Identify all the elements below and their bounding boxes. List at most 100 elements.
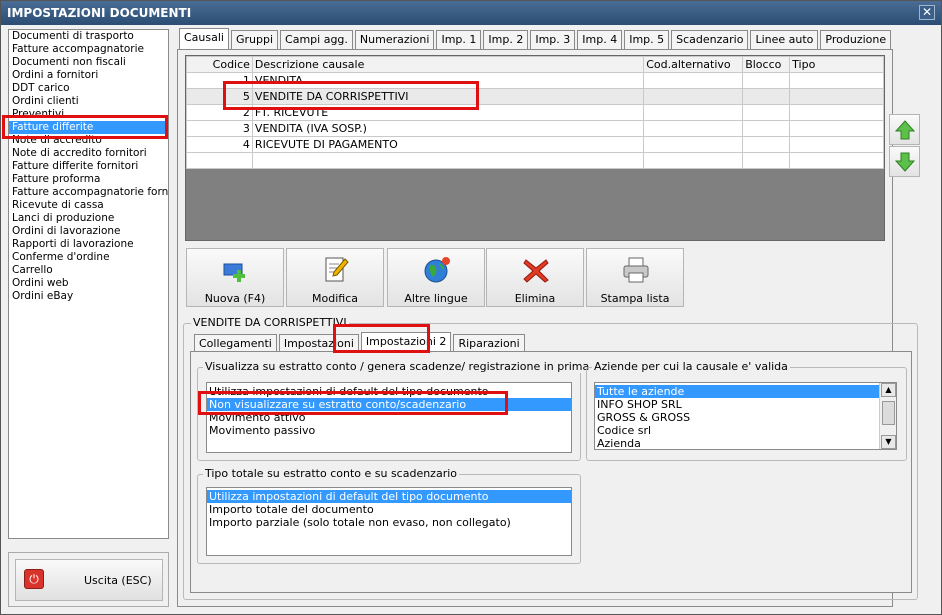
grid-cell[interactable] bbox=[789, 152, 884, 169]
grid-cell[interactable] bbox=[789, 72, 884, 89]
doc-list-item[interactable]: Ordini a fornitori bbox=[9, 69, 168, 82]
grid-cell[interactable] bbox=[742, 152, 791, 169]
tipo-totale-listbox[interactable]: Utilizza impostazioni di default del tip… bbox=[206, 487, 572, 556]
grid-cell[interactable] bbox=[251, 152, 645, 169]
grid-cell[interactable] bbox=[186, 152, 253, 169]
list-option[interactable]: Importo totale del documento bbox=[207, 503, 571, 516]
grid-row[interactable]: 3 VENDITA (IVA SOSP.) bbox=[186, 120, 884, 137]
grid-cell[interactable]: 2 bbox=[186, 104, 253, 121]
list-option[interactable]: Utilizza impostazioni di default del tip… bbox=[207, 490, 571, 503]
doc-list-item[interactable]: Lanci di produzione bbox=[9, 212, 168, 225]
grid-column-header[interactable]: Cod.alternativo bbox=[643, 56, 744, 73]
grid-cell[interactable]: 1 bbox=[186, 72, 253, 89]
grid-cell[interactable] bbox=[643, 72, 744, 89]
grid-cell[interactable] bbox=[742, 104, 791, 121]
new-button[interactable]: Nuova (F4) bbox=[186, 248, 284, 307]
scroll-thumb[interactable] bbox=[882, 401, 895, 425]
languages-button[interactable]: Altre lingue bbox=[387, 248, 485, 307]
list-option[interactable]: Importo parziale (solo totale non evaso,… bbox=[207, 516, 571, 529]
main-tab[interactable]: Imp. 2 bbox=[483, 30, 529, 49]
grid-cell[interactable]: VENDITA bbox=[251, 72, 645, 89]
doc-list-item[interactable]: Rapporti di lavorazione bbox=[9, 238, 168, 251]
doc-list-item[interactable]: Documenti di trasporto bbox=[9, 30, 168, 43]
grid-cell[interactable] bbox=[742, 136, 791, 153]
grid-cell[interactable]: RICEVUTE DI PAGAMENTO bbox=[251, 136, 645, 153]
grid-cell[interactable] bbox=[643, 136, 744, 153]
causali-grid[interactable]: Codice Descrizione causale Cod.alternativo… bbox=[185, 55, 885, 241]
main-tab[interactable]: Gruppi bbox=[230, 30, 279, 49]
visualizza-listbox[interactable]: Utilizza impostazioni di default del tip… bbox=[206, 382, 572, 453]
grid-cell[interactable]: 3 bbox=[186, 120, 253, 137]
grid-cell[interactable]: 4 bbox=[186, 136, 253, 153]
list-option[interactable]: Movimento attivo bbox=[207, 411, 571, 424]
grid-cell[interactable] bbox=[789, 120, 884, 137]
grid-cell[interactable]: VENDITA (IVA SOSP.) bbox=[251, 120, 645, 137]
main-tab[interactable]: Linee auto bbox=[750, 30, 819, 49]
grid-cell[interactable] bbox=[742, 72, 791, 89]
main-tab[interactable]: Produzione bbox=[820, 30, 892, 49]
close-button[interactable]: ✕ bbox=[919, 5, 935, 20]
doc-list-item[interactable]: Fatture differite fornitori bbox=[9, 160, 168, 173]
main-tab[interactable]: Causali bbox=[179, 28, 229, 49]
grid-cell[interactable] bbox=[742, 120, 791, 137]
doc-list-item[interactable]: Preventivi bbox=[9, 108, 168, 121]
grid-row[interactable]: 4 RICEVUTE DI PAGAMENTO bbox=[186, 136, 884, 153]
scroll-down-icon[interactable]: ▼ bbox=[881, 435, 896, 449]
details-tab[interactable]: Impostazioni 2 bbox=[360, 332, 452, 353]
grid-column-header[interactable]: Blocco bbox=[742, 56, 791, 73]
doc-list-item[interactable]: Fatture proforma bbox=[9, 173, 168, 186]
grid-cell[interactable] bbox=[643, 88, 744, 105]
grid-row[interactable]: 2 FT. RICEVUTE bbox=[186, 104, 884, 121]
edit-button[interactable]: Modifica bbox=[286, 248, 384, 307]
grid-cell[interactable] bbox=[742, 88, 791, 105]
exit-button[interactable]: ⏻ Uscita (ESC) bbox=[15, 559, 163, 601]
doc-list-item[interactable]: Fatture accompagnatorie fornito bbox=[9, 186, 168, 199]
main-tab[interactable]: Scadenzario bbox=[671, 30, 749, 49]
move-down-button[interactable] bbox=[889, 146, 920, 177]
doc-list-item[interactable]: DDT carico bbox=[9, 82, 168, 95]
doc-list-item[interactable]: Ordini clienti bbox=[9, 95, 168, 108]
doc-list-item[interactable]: Conferme d'ordine bbox=[9, 251, 168, 264]
grid-row[interactable] bbox=[186, 152, 884, 169]
main-tab[interactable]: Imp. 4 bbox=[577, 30, 623, 49]
aziende-listbox[interactable]: Tutte le aziende INFO SHOP SRL GROSS & GRO… bbox=[594, 382, 897, 450]
grid-row[interactable]: 5 VENDITE DA CORRISPETTIVI bbox=[186, 88, 884, 105]
doc-list-item[interactable]: Note di accredito bbox=[9, 134, 168, 147]
scroll-up-icon[interactable]: ▲ bbox=[881, 383, 896, 397]
main-tab[interactable]: Imp. 3 bbox=[530, 30, 576, 49]
list-option[interactable]: Azienda bbox=[595, 437, 896, 449]
delete-button[interactable]: Elimina bbox=[486, 248, 584, 307]
grid-cell[interactable] bbox=[789, 136, 884, 153]
grid-cell[interactable] bbox=[643, 152, 744, 169]
grid-cell[interactable] bbox=[789, 88, 884, 105]
list-option[interactable]: Codice srl bbox=[595, 424, 896, 437]
doc-list-item[interactable]: Fatture accompagnatorie bbox=[9, 43, 168, 56]
document-type-list[interactable]: Documenti di trasporto Fatture accompagna… bbox=[8, 29, 169, 539]
list-option[interactable]: Utilizza impostazioni di default del tip… bbox=[207, 385, 571, 398]
grid-cell[interactable] bbox=[789, 104, 884, 121]
grid-column-header[interactable]: Tipo bbox=[789, 56, 884, 73]
grid-cell[interactable] bbox=[643, 120, 744, 137]
doc-list-item[interactable]: Ordini eBay bbox=[9, 290, 168, 303]
aziende-scrollbar[interactable]: ▲ ▼ bbox=[879, 383, 896, 449]
grid-cell[interactable]: VENDITE DA CORRISPETTIVI bbox=[251, 88, 645, 105]
list-option[interactable]: GROSS & GROSS bbox=[595, 411, 896, 424]
list-option[interactable]: Tutte le aziende bbox=[595, 385, 896, 398]
move-up-button[interactable] bbox=[889, 114, 920, 145]
grid-column-header[interactable]: Descrizione causale bbox=[251, 56, 645, 73]
grid-cell[interactable]: FT. RICEVUTE bbox=[251, 104, 645, 121]
grid-column-header[interactable]: Codice bbox=[186, 56, 253, 73]
doc-list-item[interactable]: Carrello bbox=[9, 264, 168, 277]
list-option[interactable]: Movimento passivo bbox=[207, 424, 571, 437]
doc-list-item[interactable]: Fatture differite bbox=[9, 121, 168, 134]
main-tab[interactable]: Imp. 1 bbox=[436, 30, 482, 49]
grid-cell[interactable] bbox=[643, 104, 744, 121]
main-tab[interactable]: Campi agg. bbox=[280, 30, 353, 49]
grid-row[interactable]: 1 VENDITA bbox=[186, 72, 884, 89]
print-list-button[interactable]: Stampa lista bbox=[586, 248, 684, 307]
grid-cell[interactable]: 5 bbox=[186, 88, 253, 105]
doc-list-item[interactable]: Note di accredito fornitori bbox=[9, 147, 168, 160]
doc-list-item[interactable]: Documenti non fiscali bbox=[9, 56, 168, 69]
doc-list-item[interactable]: Ricevute di cassa bbox=[9, 199, 168, 212]
doc-list-item[interactable]: Ordini di lavorazione bbox=[9, 225, 168, 238]
